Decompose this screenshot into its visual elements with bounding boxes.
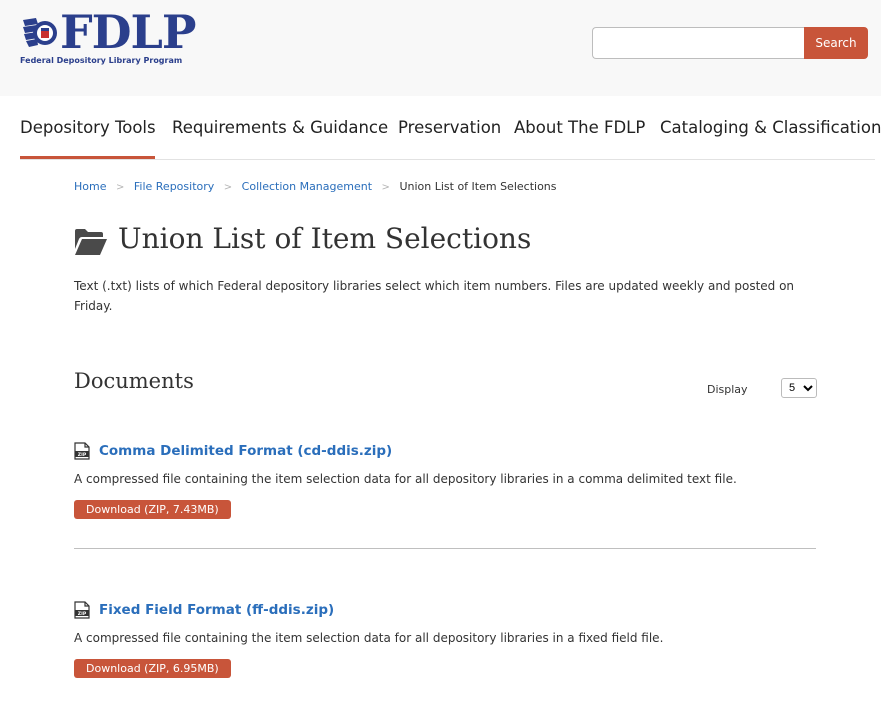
nav-item-depository-tools[interactable]: Depository Tools: [20, 118, 156, 137]
nav-item-preservation[interactable]: Preservation: [398, 118, 501, 137]
chevron-right-icon: >: [381, 182, 390, 193]
display-label: Display: [707, 383, 748, 396]
fdlp-logo[interactable]: FDLP Federal Depository Library Program: [20, 6, 220, 72]
page-title: Union List of Item Selections: [118, 222, 532, 255]
folder-open-icon: [75, 229, 107, 255]
document-title-link[interactable]: Comma Delimited Format (cd-ddis.zip): [99, 443, 392, 459]
breadcrumb-current: Union List of Item Selections: [399, 180, 557, 193]
breadcrumb-home[interactable]: Home: [74, 180, 106, 193]
nav-divider: [20, 159, 875, 160]
page-intro: Text (.txt) lists of which Federal depos…: [74, 279, 795, 313]
breadcrumb: Home > File Repository > Collection Mana…: [74, 180, 557, 193]
logo-subtitle: Federal Depository Library Program: [20, 56, 183, 65]
download-button[interactable]: Download (ZIP, 7.43MB): [74, 500, 231, 519]
site-header: FDLP Federal Depository Library Program …: [0, 0, 881, 96]
documents-heading: Documents: [74, 369, 194, 393]
nav-item-about-the-fdlp[interactable]: About The FDLP: [514, 118, 645, 137]
chevron-right-icon: >: [115, 182, 125, 193]
zip-file-icon: ZIP: [74, 442, 90, 460]
search-button[interactable]: Search: [804, 27, 868, 59]
breadcrumb-file-repository[interactable]: File Repository: [134, 180, 214, 193]
document-divider: [74, 548, 816, 549]
zip-file-icon: ZIP: [74, 601, 90, 619]
logo-wordmark: FDLP: [60, 5, 196, 59]
search-input[interactable]: [592, 27, 804, 59]
breadcrumb-collection-management[interactable]: Collection Management: [242, 180, 372, 193]
display-count-select[interactable]: 5: [781, 378, 817, 398]
eagle-seal-icon: [23, 18, 57, 47]
document-description: A compressed file containing the item se…: [74, 472, 737, 486]
svg-text:ZIP: ZIP: [78, 452, 87, 458]
nav-item-requirements-guidance[interactable]: Requirements & Guidance: [172, 118, 388, 137]
nav-item-cataloging-classification[interactable]: Cataloging & Classification: [660, 118, 881, 137]
chevron-right-icon: >: [223, 182, 233, 193]
document-title-link[interactable]: Fixed Field Format (ff-ddis.zip): [99, 602, 334, 618]
download-button[interactable]: Download (ZIP, 6.95MB): [74, 659, 231, 678]
document-description: A compressed file containing the item se…: [74, 631, 664, 645]
svg-text:ZIP: ZIP: [78, 611, 87, 617]
